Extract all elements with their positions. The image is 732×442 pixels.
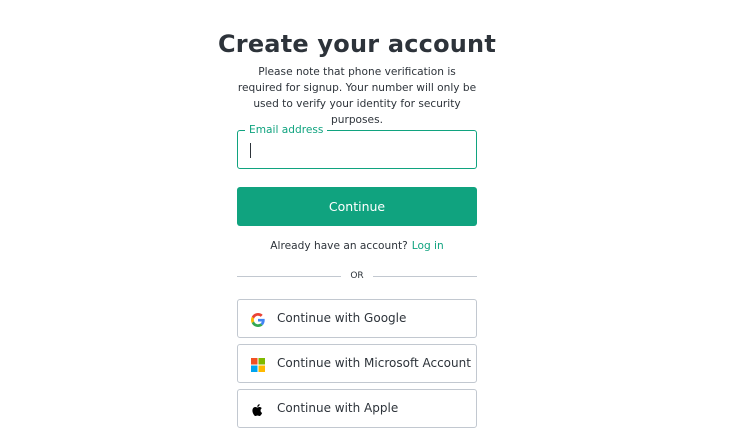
email-input[interactable] — [239, 132, 475, 167]
page-title: Create your account — [217, 30, 497, 58]
email-field[interactable]: Email address — [237, 123, 477, 169]
microsoft-button-label: Continue with Microsoft Account — [277, 356, 471, 370]
microsoft-logo-icon — [251, 357, 265, 372]
login-prompt-text: Already have an account? — [270, 240, 408, 252]
divider-text: OR — [350, 271, 364, 281]
apple-button-label: Continue with Apple — [277, 401, 399, 415]
apple-logo-icon — [251, 402, 265, 417]
login-link[interactable]: Log in — [412, 240, 444, 252]
divider-line-right — [373, 276, 477, 277]
text-cursor — [250, 143, 251, 158]
continue-with-google-button[interactable]: Continue with Google — [237, 299, 477, 338]
login-prompt-row: Already have an account? Log in — [0, 239, 714, 253]
signup-page: Create your account Please note that pho… — [0, 0, 732, 442]
phone-verification-notice: Please note that phone verification is r… — [237, 66, 477, 126]
divider-line-left — [237, 276, 341, 277]
google-button-label: Continue with Google — [277, 311, 407, 325]
google-logo-icon — [251, 312, 265, 327]
continue-button[interactable]: Continue — [237, 187, 477, 226]
continue-with-apple-button[interactable]: Continue with Apple — [237, 389, 477, 428]
or-divider: OR — [237, 269, 477, 283]
continue-with-microsoft-button[interactable]: Continue with Microsoft Account — [237, 344, 477, 383]
